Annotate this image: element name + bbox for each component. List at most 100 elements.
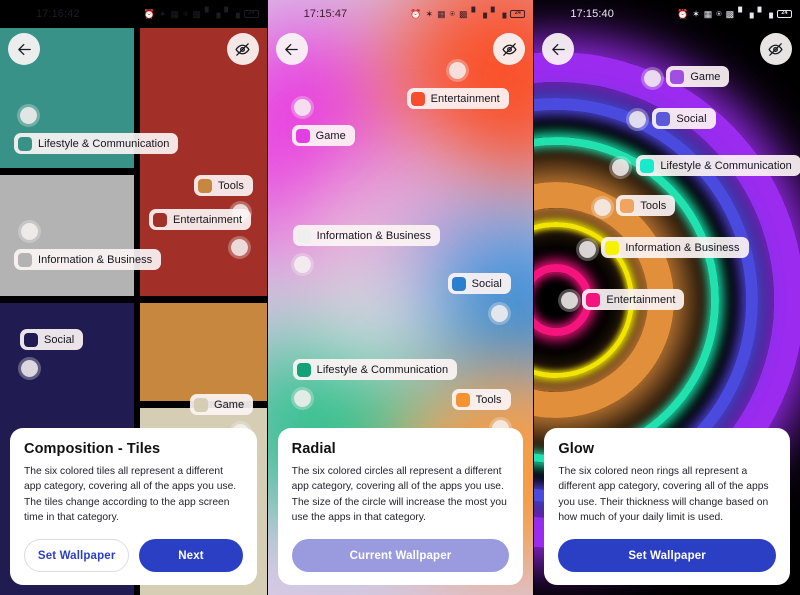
alarm-icon: ⏰ [410,8,422,19]
category-chip[interactable]: Tools [194,175,253,196]
card-description: The six colored neon rings all represent… [558,466,769,523]
vibrate-icon: ▦ [170,8,179,19]
chip-anchor-dot [231,239,248,256]
status-clock: 17:16:42 [36,8,80,20]
category-label: Entertainment [173,213,243,226]
category-chip[interactable]: Lifestyle & Communication [14,133,179,154]
category-color-swatch [670,69,685,84]
back-arrow-icon [17,43,31,55]
signal-2-icon: ▘▗ [757,8,773,19]
set-wallpaper-button[interactable]: Set Wallpaper [24,539,130,572]
category-color-swatch [296,362,311,377]
chip-anchor-dot [293,390,311,407]
category-color-swatch [153,212,167,227]
category-label: Information & Business [316,229,431,242]
card-title: Glow [558,441,595,458]
card-title: Composition - Tiles [24,441,161,458]
category-chip[interactable]: Entertainment [582,289,685,310]
category-chip[interactable]: Information & Business [601,237,749,258]
status-clock: 17:15:47 [303,8,348,20]
category-label: Lifestyle & Communication [316,363,449,376]
category-chip[interactable]: Tools [451,389,511,410]
category-color-swatch [198,178,212,193]
category-chip[interactable]: Social [447,273,511,294]
vibrate-icon: ▦ [437,8,446,19]
status-bar: 17:15:47 ⏰ ✶ ▦ ⍟ ▩ ▘▗ ▘▗ 24 [268,0,534,28]
eye-off-icon [768,42,783,56]
card-buttons: Set Wallpaper [558,539,776,572]
back-arrow-icon [285,43,298,55]
category-label: Game [690,70,721,83]
set-wallpaper-button[interactable]: Set Wallpaper [558,539,776,572]
category-label: Information & Business [38,253,153,266]
category-label: Game [214,398,245,411]
category-chip[interactable]: Entertainment [149,209,252,230]
category-color-swatch [18,252,32,267]
chip-anchor-dot [490,305,508,322]
bluetooth-icon: ✶ [692,8,700,19]
toggle-labels-button[interactable] [759,33,792,65]
blob-white [307,260,438,370]
signal-2-icon: ▘▗ [490,8,507,19]
category-chip[interactable]: Information & Business [14,249,162,270]
category-label: Entertainment [430,92,500,105]
category-chip[interactable]: Game [190,394,254,415]
card-description: The six colored tiles all represent a di… [24,466,237,523]
category-color-swatch [451,276,466,291]
nfc-icon: ▩ [725,8,735,19]
card-buttons: Current Wallpaper [291,539,510,572]
toggle-labels-button[interactable] [226,33,259,65]
card-title: Radial [291,441,336,458]
nfc-icon: ▩ [459,8,468,19]
alarm-icon: ⏰ [143,8,155,19]
category-label: Social [471,277,502,290]
category-label: Tools [218,179,244,192]
category-chip[interactable]: Tools [616,195,676,216]
category-label: Tools [475,393,502,406]
panel-composition-tiles: 17:16:42 ⏰ ✶ ▦ ⍟ ▩ ▘▗ ▘▗ 24 Lifestyle & … [0,0,267,595]
next-button[interactable]: Next [139,539,243,572]
category-chip[interactable]: Social [652,108,716,129]
alarm-icon: ⏰ [676,8,689,19]
chip-anchor-dot [293,256,311,273]
card-buttons: Set Wallpaper Next [24,539,243,572]
back-arrow-icon [552,43,565,55]
status-bar: 17:15:40 ⏰ ✶ ▦ ⍟ ▩ ▘▗ ▘▗ 24 [534,0,800,28]
status-icons: ⏰ ✶ ▦ ⍟ ▩ ▘▗ ▘▗ 24 [144,9,259,19]
bluetooth-icon: ✶ [158,8,167,19]
battery-icon: 24 [510,10,526,18]
category-label: Lifestyle & Communication [660,159,792,172]
category-chip[interactable]: Lifestyle & Communication [292,359,458,380]
info-card: Composition - Tiles The six colored tile… [10,428,257,585]
eye-off-icon [235,42,250,56]
back-button[interactable] [8,33,40,65]
status-icons: ⏰ ✶ ▦ ⍟ ▩ ▘▗ ▘▗ 24 [677,9,792,19]
status-icons: ⏰ ✶ ▦ ⍟ ▩ ▘▗ ▘▗ 24 [410,8,526,19]
wifi-icon: ⍟ [449,8,456,19]
category-chip[interactable]: Game [291,125,355,146]
category-color-swatch [605,240,620,255]
category-chip[interactable]: Social [20,329,84,350]
category-chip[interactable]: Lifestyle & Communication [636,155,800,176]
chip-anchor-dot [448,62,466,79]
tile-information [0,175,134,296]
category-label: Game [315,129,346,142]
category-chip[interactable]: Game [666,66,730,87]
back-button[interactable] [275,33,308,65]
category-color-swatch [586,292,601,307]
category-label: Tools [640,199,667,212]
category-color-swatch [640,158,655,173]
category-color-swatch [295,128,310,143]
category-color-swatch [194,397,208,412]
vibrate-icon: ▦ [703,8,713,19]
panel-glow: 17:15:40 ⏰ ✶ ▦ ⍟ ▩ ▘▗ ▘▗ 24 Game Social Li… [533,0,800,595]
category-chip[interactable]: Information & Business [292,225,440,246]
category-color-swatch [410,91,425,106]
chip-anchor-dot [293,99,311,116]
category-color-swatch [24,332,38,347]
current-wallpaper-button: Current Wallpaper [291,539,510,572]
panel-radial: 17:15:47 ⏰ ✶ ▦ ⍟ ▩ ▘▗ ▘▗ 24 Entertainmen… [266,0,534,595]
category-color-swatch [296,228,311,243]
nfc-icon: ▩ [192,8,201,19]
category-chip[interactable]: Entertainment [406,88,509,109]
